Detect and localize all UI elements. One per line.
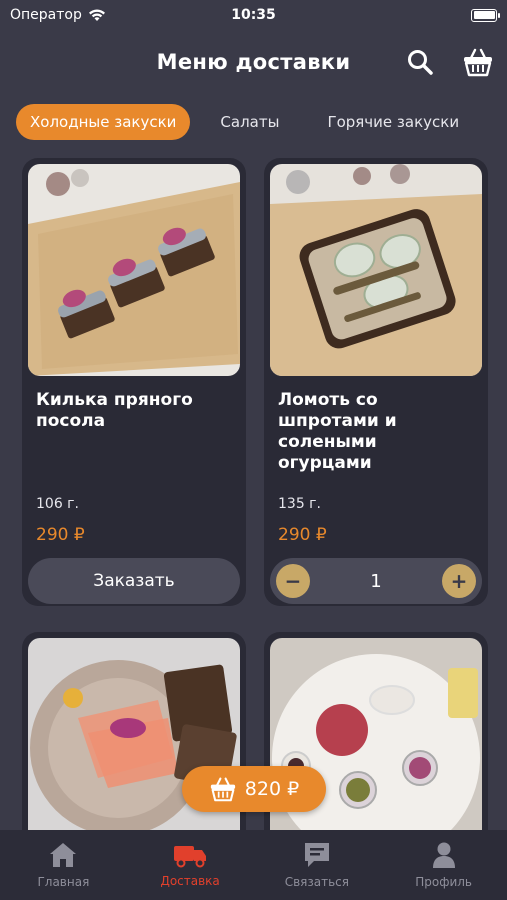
- search-icon: [408, 50, 433, 75]
- product-image: [28, 164, 240, 376]
- product-card[interactable]: Ломоть со шпротами и солеными огурцами 1…: [264, 158, 488, 606]
- product-image: [270, 638, 482, 850]
- product-price: 290 ₽: [36, 525, 85, 545]
- cart-total-button[interactable]: 820 ₽: [182, 766, 326, 812]
- tabbar-label: Профиль: [415, 875, 473, 889]
- product-price: 290 ₽: [278, 525, 327, 545]
- status-bar: Оператор 10:35: [0, 0, 507, 30]
- basket-icon: [464, 48, 492, 77]
- product-image: [270, 164, 482, 376]
- search-button[interactable]: [404, 46, 436, 78]
- decrease-button[interactable]: −: [276, 564, 310, 598]
- cart-total: 820 ₽: [244, 778, 300, 800]
- basket-button[interactable]: [462, 46, 494, 78]
- product-title: Ломоть со шпротами и солеными огурцами: [278, 390, 397, 473]
- battery-fill: [473, 11, 495, 19]
- sprat-toast-photo: [28, 164, 240, 376]
- product-weight: 135 г.: [278, 496, 321, 512]
- header: Меню доставки: [0, 40, 507, 84]
- order-button[interactable]: Заказать: [28, 558, 240, 604]
- tab-hot-appetizers[interactable]: Горячие закуски: [313, 104, 473, 140]
- product-title: Килька пряного посола: [36, 390, 193, 431]
- quantity-stepper: − 1 +: [270, 558, 482, 604]
- carrier-label: Оператор: [10, 7, 82, 23]
- product-image: [28, 638, 240, 850]
- tartare-plate-photo: [270, 638, 482, 850]
- tabbar-label: Доставка: [160, 874, 220, 888]
- quantity-value: 1: [370, 570, 382, 592]
- tabbar-label: Связаться: [284, 875, 350, 889]
- salmon-plate-photo: [28, 638, 240, 850]
- page-title: Меню доставки: [156, 50, 351, 74]
- home-icon: [50, 843, 77, 867]
- status-left: Оператор: [10, 7, 106, 23]
- product-weight: 106 г.: [36, 496, 79, 512]
- tabbar-label: Главная: [37, 875, 90, 889]
- tabbar-item-home[interactable]: Главная: [0, 830, 127, 900]
- tabbar-item-delivery[interactable]: Доставка: [127, 830, 254, 900]
- increase-button[interactable]: +: [441, 564, 476, 598]
- profile-icon: [432, 842, 455, 868]
- wifi-icon: [88, 9, 105, 21]
- bottom-tab-bar: Главная Доставка Связаться Профиль: [0, 830, 507, 900]
- tab-salads[interactable]: Салаты: [206, 104, 293, 140]
- product-grid: Килька пряного посола 106 г. 290 ₽ Заказ…: [22, 158, 488, 872]
- sprat-bread-photo: [270, 164, 482, 376]
- tab-cold-appetizers[interactable]: Холодные закуски: [16, 104, 191, 140]
- category-tabs: Холодные закуски Салаты Горячие закуски: [16, 104, 507, 140]
- product-card[interactable]: Килька пряного посола 106 г. 290 ₽ Заказ…: [22, 158, 246, 606]
- status-time: 10:35: [231, 7, 276, 23]
- tabbar-item-profile[interactable]: Профиль: [380, 830, 507, 900]
- delivery-truck-icon: [174, 846, 207, 868]
- chat-icon: [304, 843, 329, 867]
- basket-icon: [210, 777, 235, 802]
- battery-icon: [471, 8, 500, 22]
- tabbar-item-contact[interactable]: Связаться: [254, 830, 381, 900]
